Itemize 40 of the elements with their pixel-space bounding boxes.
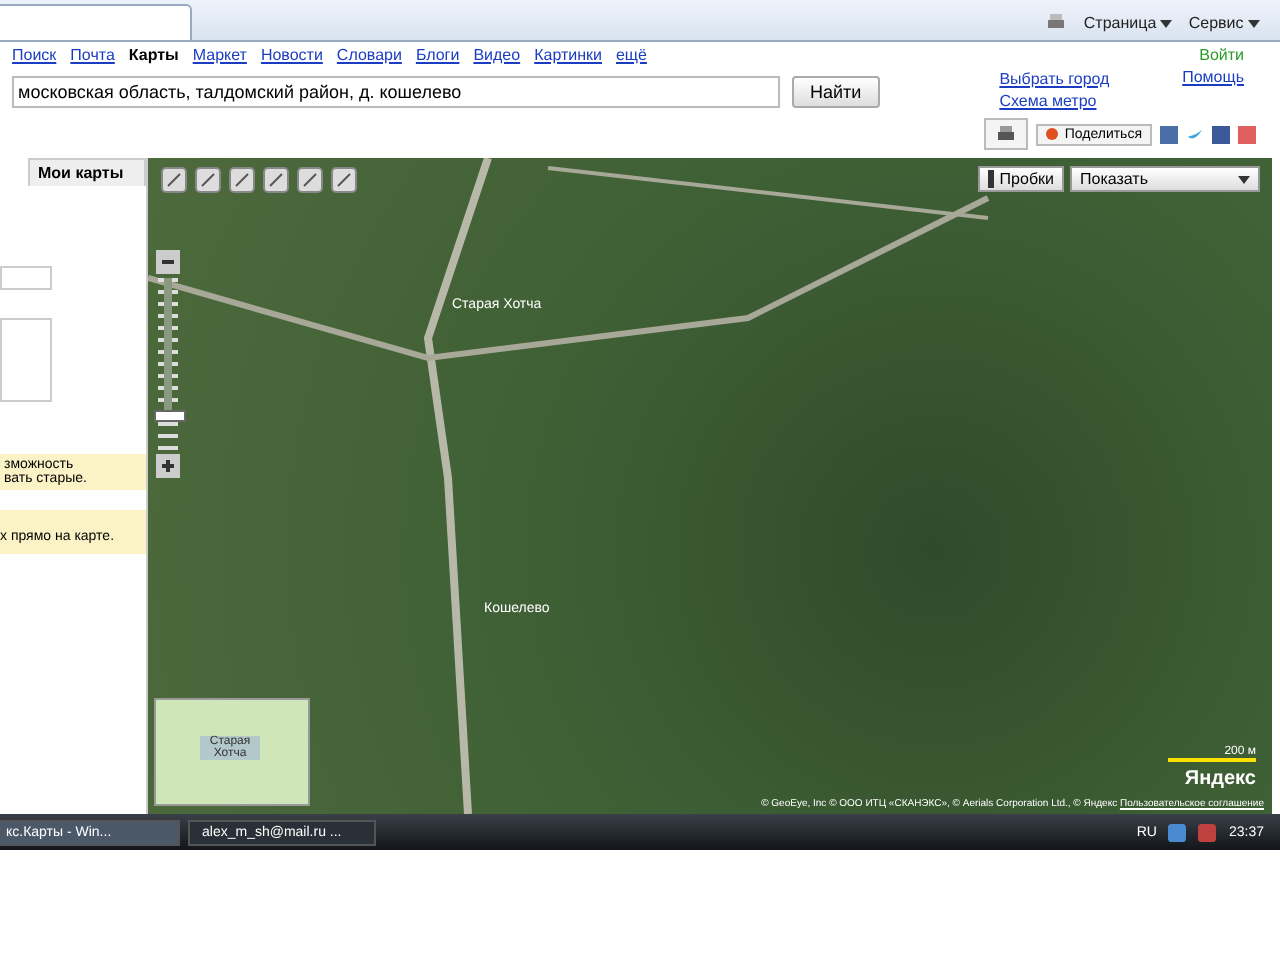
zoom-out-icon[interactable] (156, 250, 180, 274)
help-link[interactable]: Помощь (1182, 68, 1244, 86)
print-button[interactable] (984, 118, 1029, 150)
login-link[interactable]: Войти (1199, 46, 1244, 64)
printer-icon[interactable] (1043, 10, 1068, 34)
zoom-in-icon[interactable] (156, 454, 180, 478)
map-tool-icon[interactable] (228, 166, 256, 194)
nav-link[interactable]: Почта (70, 46, 115, 64)
nav-link[interactable]: Новости (260, 46, 323, 64)
traffic-button[interactable]: Пробки (977, 166, 1064, 192)
nav-link[interactable]: Блоги (415, 46, 460, 64)
city-link[interactable]: Схема метро (999, 92, 1110, 110)
scale-bar (1168, 758, 1256, 762)
caret-icon (1238, 175, 1250, 183)
nav-link[interactable]: Видео (473, 46, 521, 64)
toolbar-menu[interactable]: Сервис (1188, 13, 1260, 31)
city-link[interactable]: Выбрать город (999, 70, 1110, 88)
nav-link[interactable]: Картинки (534, 46, 602, 64)
search-field[interactable]: московская область, талдомский район, д. кошелево (12, 76, 780, 108)
caret-icon (1160, 19, 1173, 27)
my-maps-tab[interactable]: Мои карты (28, 158, 146, 186)
map-tool-icon[interactable] (330, 166, 358, 194)
toolbar-menu[interactable]: Страница (1083, 13, 1173, 31)
nav-link[interactable]: Поиск (12, 46, 57, 64)
zoom-thumb[interactable] (154, 409, 186, 422)
caret-icon (1248, 19, 1260, 27)
show-dropdown[interactable]: Показать (1070, 166, 1260, 192)
nav-link[interactable]: Маркет (192, 46, 247, 64)
search-button[interactable]: Найти (792, 76, 880, 108)
nav-link[interactable]: Словари (336, 46, 402, 64)
nav-link[interactable]: Карты (128, 46, 179, 64)
nav-link[interactable]: ещё (615, 46, 647, 64)
map-tool-icon[interactable] (296, 166, 324, 194)
map-tool-icon[interactable] (262, 166, 290, 194)
social-icon[interactable] (1160, 125, 1178, 143)
map-tool-icon[interactable] (194, 166, 222, 194)
map-logo: Яндекс (1184, 768, 1256, 790)
map-tool-icon[interactable] (160, 166, 188, 194)
printer-icon (994, 122, 1019, 146)
input-field[interactable] (0, 266, 52, 290)
